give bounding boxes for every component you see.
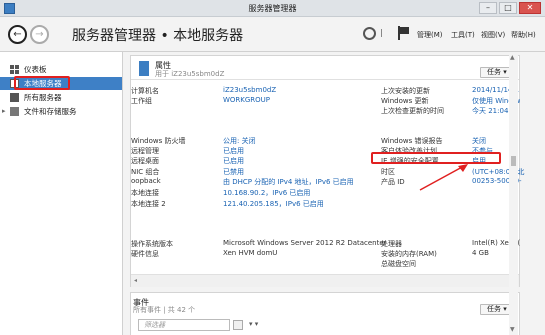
divider [131,79,519,80]
properties-icon [139,61,149,76]
sidebar-item-file-storage[interactable]: ▸ 文件和存储服务 [0,105,122,118]
breadcrumb: 服务器管理器 • 本地服务器 [72,28,244,44]
prop-label: 操作系统版本 [131,240,173,248]
storage-icon [10,107,19,116]
prop-label: 本地连接 [131,189,159,197]
highlight-annotation [14,76,70,90]
prop-label: 时区 [381,168,395,176]
prop-label: 安装的内存(RAM) [381,250,437,258]
notifications-flag-icon[interactable] [398,26,410,40]
scroll-thumb[interactable] [511,156,516,166]
events-subtitle: 所有事件 | 共 42 个 [133,306,196,314]
dashboard-icon [10,65,19,74]
prop-label: Windows 错误报告 [381,137,443,145]
prop-value: Xen HVM domU [223,249,278,257]
maximize-button[interactable]: □ [499,2,517,14]
horizontal-scrollbar[interactable]: ◂ [131,275,519,287]
prop-value[interactable]: 10.168.90.2，IPv6 已启用 [223,188,310,198]
prop-value[interactable]: 公用: 关闭 [223,136,256,146]
arrow-annotation [419,164,468,191]
sidebar-item-label: 仪表板 [24,65,47,74]
filter-input[interactable]: 筛选器 [138,319,230,331]
refresh-icon[interactable] [363,27,376,40]
close-button[interactable]: ✕ [519,2,541,14]
scroll-down-icon[interactable]: ▼ [510,326,515,333]
prop-value: 4 GB [472,249,489,257]
back-button[interactable]: ← [8,25,27,44]
window-title: 服务器管理器 [248,4,297,13]
window-controls: – □ ✕ [479,2,541,14]
servers-icon [10,93,19,102]
prop-label: 产品 ID [381,178,405,186]
prop-value[interactable]: 今天 21:04 [472,106,508,116]
tasks-label: 任务 [487,68,501,76]
prop-value: Microsoft Windows Server 2012 R2 Datacen… [223,239,387,247]
prop-label: Windows 防火墙 [131,137,186,145]
prop-value[interactable]: WORKGROUP [223,96,270,104]
prop-value[interactable]: 已禁用 [223,167,244,177]
expand-arrow-icon[interactable]: ▸ [2,105,6,118]
menu-tools[interactable]: 工具(T) [451,30,475,40]
prop-label: 远程桌面 [131,157,159,165]
filter-icon[interactable] [233,320,243,330]
prop-value[interactable]: 已启用 [223,156,244,166]
header-bar: ← → 服务器管理器 • 本地服务器 | 管理(M) 工具(T) 视图(V) 帮… [0,17,545,52]
prop-label: 远程管理 [131,147,159,155]
prop-value[interactable]: 121.40.205.185，IPv6 已启用 [223,199,324,209]
prop-label: 本地连接 2 [131,200,166,208]
window-titlebar: 服务器管理器 – □ ✕ [0,0,545,17]
sidebar-item-label: 文件和存储服务 [24,107,77,116]
prop-label: 上次安装的更新 [381,87,430,95]
events-panel: 事件 所有事件 | 共 42 个 任务 ▾ 筛选器 ▾ ▾ [130,292,520,335]
properties-subtitle: 用于 iZ23u5sbm0dZ [155,70,225,78]
vertical-scrollbar[interactable]: ▲ ▼ [509,52,518,335]
minimize-button[interactable]: – [479,2,497,14]
prop-label: 上次检查更新的时间 [381,107,444,115]
prop-value[interactable]: 由 DHCP 分配的 IPv4 地址，IPv6 已启用 [223,177,354,187]
prop-value[interactable]: iZ23u5sbm0dZ [223,86,276,94]
menu-view[interactable]: 视图(V) [481,30,505,40]
scroll-up-icon[interactable]: ▲ [510,54,515,61]
prop-value[interactable]: 已启用 [223,146,244,156]
sidebar-item-all-servers[interactable]: 所有服务器 [0,91,122,104]
prop-label: NIC 组合 [131,168,160,176]
prop-label: 总磁盘空间 [381,260,416,268]
prop-label: 计算机名 [131,87,159,95]
menu-help[interactable]: 帮助(H) [511,30,536,40]
main-content: 属性 用于 iZ23u5sbm0dZ 任务 ▾ 计算机名 iZ23u5sbm0d… [123,52,545,335]
prop-label: 工作组 [131,97,152,105]
prop-label: oopback [131,177,161,185]
sidebar: 仪表板 本地服务器 所有服务器 ▸ 文件和存储服务 [0,52,123,335]
prop-label: 硬件信息 [131,250,159,258]
prop-label: 处理器 [381,240,402,248]
forward-button[interactable]: → [30,25,49,44]
tasks-label: 任务 [487,305,501,313]
sidebar-item-dashboard[interactable]: 仪表板 [0,63,122,76]
prop-label: Windows 更新 [381,97,429,105]
prop-value[interactable]: 关闭 [472,136,486,146]
separator-icon: | [380,28,383,37]
view-dropdown-icon[interactable]: ▾ ▾ [249,320,258,328]
menu-manage[interactable]: 管理(M) [417,30,443,40]
sidebar-item-label: 所有服务器 [24,93,62,102]
